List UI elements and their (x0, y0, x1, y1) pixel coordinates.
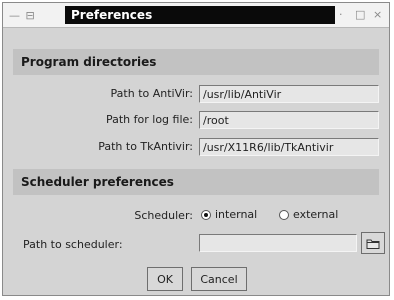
tkantivir-path-label: Path to TkAntivir: (98, 140, 193, 153)
window-title: Preferences (71, 8, 153, 22)
scheduler-external-radio[interactable]: external (279, 208, 338, 222)
scheduler-label: Scheduler: (134, 209, 193, 222)
scheduler-path-label: Path to scheduler: (23, 238, 123, 251)
scheduler-internal-radio[interactable]: internal (201, 208, 257, 222)
internal-option-label: internal (215, 208, 258, 221)
radio-selected-icon (201, 210, 211, 220)
tkantivir-path-input[interactable] (199, 138, 379, 156)
radio-unselected-icon (279, 210, 289, 220)
cancel-button[interactable]: Cancel (191, 267, 247, 291)
logfile-path-label: Path for log file: (105, 113, 193, 126)
program-directories-header: Program directories (13, 49, 379, 75)
external-option-label: external (293, 208, 339, 221)
antivir-path-label: Path to AntiVir: (110, 87, 193, 100)
maximize-icon[interactable]: □ (355, 8, 365, 21)
minimize-icon[interactable]: · (339, 8, 343, 21)
scheduler-path-input[interactable] (199, 234, 357, 252)
title-bar[interactable]: — ⊟ Preferences · □ × (3, 3, 389, 28)
close-icon[interactable]: × (373, 8, 382, 21)
window-menu-icon[interactable]: — ⊟ (9, 9, 36, 22)
scheduler-preferences-header: Scheduler preferences (13, 169, 379, 195)
browse-button[interactable] (361, 232, 385, 254)
folder-icon (366, 239, 380, 249)
preferences-window: — ⊟ Preferences · □ × Program directorie… (2, 2, 390, 296)
logfile-path-input[interactable] (199, 111, 379, 129)
ok-button[interactable]: OK (147, 267, 183, 291)
antivir-path-input[interactable] (199, 85, 379, 103)
